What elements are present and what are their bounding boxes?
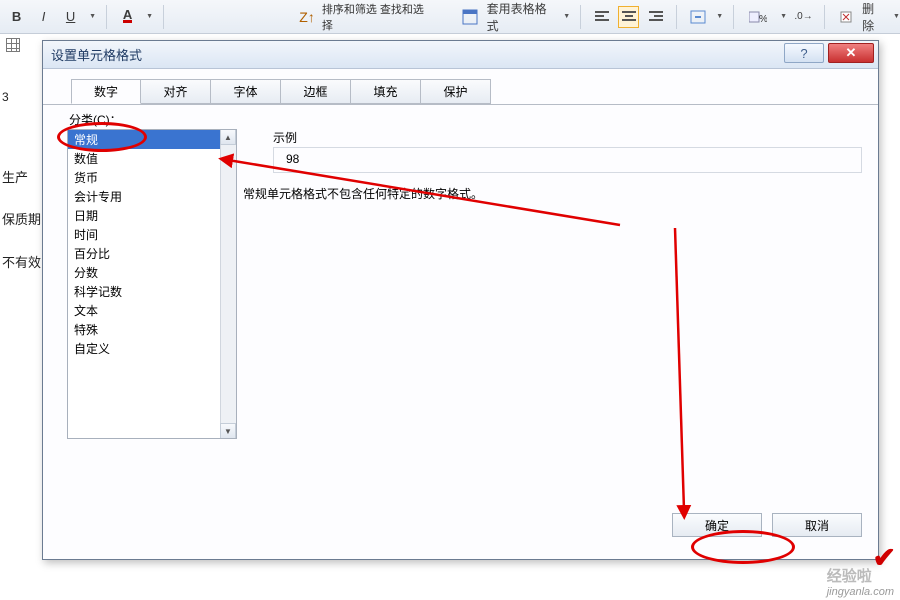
increase-decimal-button[interactable]: .0→ <box>793 6 814 28</box>
svg-text:%: % <box>759 14 767 24</box>
list-item[interactable]: 日期 <box>68 206 220 225</box>
scrollbar[interactable]: ▲ ▼ <box>220 130 236 438</box>
bold-button[interactable]: B <box>6 6 27 28</box>
close-button[interactable]: ✕ <box>828 43 874 63</box>
list-item[interactable]: 数值 <box>68 149 220 168</box>
align-left-button[interactable] <box>591 6 612 28</box>
scroll-down-icon[interactable]: ▼ <box>220 423 236 439</box>
cell-text: 不有效 <box>2 255 41 272</box>
cell-text: 保质期 <box>2 212 41 229</box>
tab-fill[interactable]: 填充 <box>351 79 421 104</box>
chevron-down-icon[interactable]: ▼ <box>563 13 570 20</box>
scroll-up-icon[interactable]: ▲ <box>220 129 236 145</box>
dialog-body: 分类(C)： 常规 数值 货币 会计专用 日期 时间 百分比 分数 科学记数 文… <box>43 105 878 547</box>
sort-filter-label: 排序和筛选 查找和选择 <box>322 1 430 33</box>
font-color-button[interactable]: A <box>117 6 138 28</box>
dialog-titlebar[interactable]: 设置单元格格式 ? ✕ <box>43 41 878 69</box>
list-item[interactable]: 文本 <box>68 301 220 320</box>
chevron-down-icon[interactable]: ▼ <box>146 13 153 20</box>
tab-number[interactable]: 数字 <box>71 79 141 104</box>
delete-icon <box>839 10 853 24</box>
list-item[interactable]: 特殊 <box>68 320 220 339</box>
table-format-label[interactable]: 套用表格格式 <box>487 0 556 34</box>
tab-bar: 数字 对齐 字体 边框 填充 保护 <box>43 79 878 105</box>
list-item[interactable]: 自定义 <box>68 339 220 358</box>
example-value: 98 <box>273 147 862 173</box>
category-label: 分类(C)： <box>69 111 122 128</box>
chevron-down-icon[interactable]: ▼ <box>780 13 787 20</box>
watermark: 经验啦jingyanla.com <box>827 565 894 598</box>
tab-alignment[interactable]: 对齐 <box>141 79 211 104</box>
list-item[interactable]: 时间 <box>68 225 220 244</box>
tab-protection[interactable]: 保护 <box>421 79 491 104</box>
align-center-button[interactable] <box>618 6 639 28</box>
category-listbox[interactable]: 常规 数值 货币 会计专用 日期 时间 百分比 分数 科学记数 文本 特殊 自定… <box>67 129 237 439</box>
cell-ref: 3 <box>2 90 41 106</box>
tab-font[interactable]: 字体 <box>211 79 281 104</box>
cell-text: 生产 <box>2 170 41 187</box>
background-cells: 3 生产 保质期 不有效 <box>2 90 41 298</box>
list-item[interactable]: 会计专用 <box>68 187 220 206</box>
sort-icon: Z↑ <box>299 9 315 25</box>
cancel-button[interactable]: 取消 <box>772 513 862 537</box>
delete-label[interactable]: 删除 <box>862 0 885 34</box>
example-label: 示例 <box>273 129 297 146</box>
tab-border[interactable]: 边框 <box>281 79 351 104</box>
borders-icon[interactable] <box>6 38 20 52</box>
list-item[interactable]: 百分比 <box>68 244 220 263</box>
table-format-icon[interactable] <box>460 6 481 28</box>
align-right-button[interactable] <box>645 6 666 28</box>
dialog-title: 设置单元格格式 <box>51 45 142 64</box>
list-item[interactable]: 科学记数 <box>68 282 220 301</box>
underline-button[interactable]: U <box>60 6 81 28</box>
chevron-down-icon[interactable]: ▼ <box>89 13 96 20</box>
ribbon: B I U▼ A ▼ Z↑ 排序和筛选 查找和选择 套用表格格式▼ ▼ % ▼ … <box>0 0 900 34</box>
table-icon <box>462 9 478 25</box>
sort-filter-button[interactable]: Z↑ <box>294 6 320 28</box>
format-cells-dialog: 设置单元格格式 ? ✕ 数字 对齐 字体 边框 填充 保护 分类(C)： 常规 … <box>42 40 879 560</box>
percent-button[interactable]: % <box>744 6 772 28</box>
format-description: 常规单元格格式不包含任何特定的数字格式。 <box>243 185 483 202</box>
percent-icon: % <box>749 10 767 24</box>
help-button[interactable]: ? <box>784 43 824 63</box>
list-item[interactable]: 分数 <box>68 263 220 282</box>
close-icon: ✕ <box>846 45 857 61</box>
chevron-down-icon[interactable]: ▼ <box>716 13 723 20</box>
italic-button[interactable]: I <box>33 6 54 28</box>
list-item[interactable]: 货币 <box>68 168 220 187</box>
merge-button[interactable] <box>687 6 708 28</box>
delete-button[interactable] <box>835 6 856 28</box>
chevron-down-icon[interactable]: ▼ <box>893 13 900 20</box>
help-icon: ? <box>800 46 807 61</box>
list-item[interactable]: 常规 <box>68 130 220 149</box>
ok-button[interactable]: 确定 <box>672 513 762 537</box>
